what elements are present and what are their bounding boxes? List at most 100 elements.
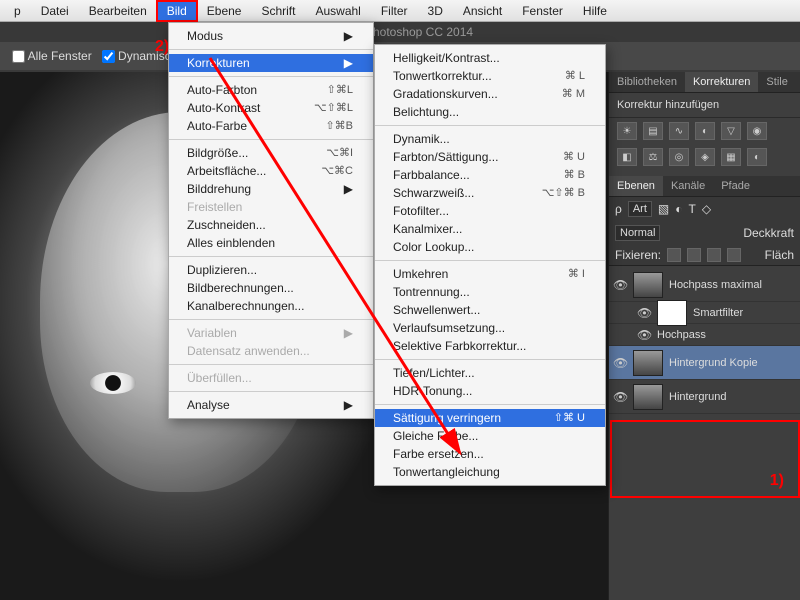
menu-item[interactable]: Farbe ersetzen...: [375, 445, 605, 463]
layer-name: Smartfilter: [693, 307, 743, 319]
menu-item[interactable]: Modus▶: [169, 27, 373, 45]
menu-item: Freistellen: [169, 198, 373, 216]
brightness-icon[interactable]: ☀: [617, 122, 637, 140]
menu-item[interactable]: Verlaufsumsetzung...: [375, 319, 605, 337]
visibility-icon[interactable]: 👁: [613, 390, 627, 404]
layer-row[interactable]: 👁 Hintergrund Kopie: [609, 346, 800, 380]
menu-item: Datensatz anwenden...: [169, 342, 373, 360]
menu-item[interactable]: Bildgröße...⌥⌘I: [169, 144, 373, 162]
menu-item[interactable]: Gleiche Farbe...: [375, 427, 605, 445]
layer-name: Hintergrund Kopie: [669, 357, 758, 369]
bw-icon[interactable]: ◧: [617, 148, 637, 166]
layer-thumbnail: [633, 272, 663, 298]
menu-item[interactable]: Farbton/Sättigung...⌘ U: [375, 148, 605, 166]
menu-item[interactable]: Belichtung...: [375, 103, 605, 121]
visibility-icon[interactable]: 👁: [637, 306, 651, 320]
photo-filter-icon[interactable]: ◎: [669, 148, 689, 166]
balance-icon[interactable]: ⚖: [643, 148, 663, 166]
menu-item[interactable]: Fotofilter...: [375, 202, 605, 220]
visibility-icon[interactable]: 👁: [613, 278, 627, 292]
panel-tab[interactable]: Pfade: [713, 176, 758, 196]
menu-filter[interactable]: Filter: [371, 1, 418, 21]
menu-item[interactable]: Analyse▶: [169, 396, 373, 414]
menu-auswahl[interactable]: Auswahl: [305, 1, 370, 21]
app-title: Adobe Photoshop CC 2014: [0, 22, 800, 42]
menu-item[interactable]: Duplizieren...: [169, 261, 373, 279]
filter-shape-icon[interactable]: ◇: [702, 202, 711, 216]
menu-item[interactable]: Zuschneiden...: [169, 216, 373, 234]
panel-tab[interactable]: Ebenen: [609, 176, 663, 196]
menu-item[interactable]: Kanalberechnungen...: [169, 297, 373, 315]
panel-tab[interactable]: Korrekturen: [685, 72, 758, 92]
filter-pixel-icon[interactable]: ▧: [658, 202, 669, 216]
menu-3d[interactable]: 3D: [418, 1, 453, 21]
menu-item[interactable]: Schwarzweiß...⌥⇧⌘ B: [375, 184, 605, 202]
lock-transparency-icon[interactable]: [667, 248, 681, 262]
menu-item[interactable]: Kanalmixer...: [375, 220, 605, 238]
vibrance-icon[interactable]: ▽: [721, 122, 741, 140]
menu-item[interactable]: Arbeitsfläche...⌥⌘C: [169, 162, 373, 180]
lock-position-icon[interactable]: [707, 248, 721, 262]
menu-item[interactable]: Umkehren⌘ I: [375, 265, 605, 283]
invert-icon[interactable]: ◐: [747, 148, 767, 166]
adjustment-icons-row-2: ◧ ⚖ ◎ ◈ ▦ ◐: [609, 144, 800, 170]
layer-row[interactable]: 👁Hintergrund: [609, 380, 800, 414]
blend-mode-select[interactable]: Normal: [615, 225, 660, 241]
visibility-icon[interactable]: 👁: [637, 328, 651, 342]
menu-item[interactable]: Auto-Farbe⇧⌘B: [169, 117, 373, 135]
layer-filter-kind[interactable]: Art: [628, 201, 652, 217]
menu-item[interactable]: Bildberechnungen...: [169, 279, 373, 297]
lock-all-icon[interactable]: [727, 248, 741, 262]
right-panel: BibliothekenKorrekturenStile Korrektur h…: [608, 72, 800, 600]
layer-row[interactable]: 👁 Hochpass: [609, 324, 800, 346]
menu-bild[interactable]: Bild: [157, 1, 197, 21]
menu-item[interactable]: Korrekturen▶: [169, 54, 373, 72]
lock-label: Fixieren:: [615, 248, 661, 262]
layer-name: Hochpass: [657, 329, 706, 341]
menu-item[interactable]: Dynamik...: [375, 130, 605, 148]
mixer-icon[interactable]: ◈: [695, 148, 715, 166]
menu-datei[interactable]: Datei: [31, 1, 79, 21]
menu-item[interactable]: Gradationskurven...⌘ M: [375, 85, 605, 103]
menu-p[interactable]: p: [4, 1, 31, 21]
menu-item[interactable]: Tonwertangleichung: [375, 463, 605, 481]
menu-item[interactable]: Alles einblenden: [169, 234, 373, 252]
visibility-icon[interactable]: 👁: [613, 356, 627, 370]
all-windows-checkbox[interactable]: Alle Fenster: [12, 49, 92, 63]
menu-item[interactable]: Tontrennung...: [375, 283, 605, 301]
menu-item[interactable]: Helligkeit/Kontrast...: [375, 49, 605, 67]
menu-item: Überfüllen...: [169, 369, 373, 387]
menu-item[interactable]: HDR-Tonung...: [375, 382, 605, 400]
lookup-icon[interactable]: ▦: [721, 148, 741, 166]
filter-adjust-icon[interactable]: ◐: [675, 202, 682, 216]
menubar: pDateiBearbeitenBildEbeneSchriftAuswahlF…: [0, 0, 800, 22]
exposure-icon[interactable]: ◐: [695, 122, 715, 140]
menu-item[interactable]: Auto-Kontrast⌥⇧⌘L: [169, 99, 373, 117]
menu-fenster[interactable]: Fenster: [512, 1, 573, 21]
panel-tab[interactable]: Bibliotheken: [609, 72, 685, 92]
hue-icon[interactable]: ◉: [747, 122, 767, 140]
menu-item[interactable]: Schwellenwert...: [375, 301, 605, 319]
layer-row[interactable]: 👁Hochpass maximal: [609, 268, 800, 302]
menu-schrift[interactable]: Schrift: [251, 1, 305, 21]
menu-ebene[interactable]: Ebene: [197, 1, 252, 21]
menu-item[interactable]: Tiefen/Lichter...: [375, 364, 605, 382]
menu-item[interactable]: Tonwertkorrektur...⌘ L: [375, 67, 605, 85]
panel-tab[interactable]: Kanäle: [663, 176, 713, 196]
filter-type-icon[interactable]: T: [688, 202, 695, 216]
menu-item[interactable]: Selektive Farbkorrektur...: [375, 337, 605, 355]
menu-hilfe[interactable]: Hilfe: [573, 1, 617, 21]
menu-item[interactable]: Auto-Farbton⇧⌘L: [169, 81, 373, 99]
panel-tab[interactable]: Stile: [758, 72, 795, 92]
levels-icon[interactable]: ▤: [643, 122, 663, 140]
menu-item[interactable]: Color Lookup...: [375, 238, 605, 256]
menu-ansicht[interactable]: Ansicht: [453, 1, 512, 21]
menu-item: Variablen▶: [169, 324, 373, 342]
curves-icon[interactable]: ∿: [669, 122, 689, 140]
menu-item[interactable]: Sättigung verringern⇧⌘ U: [375, 409, 605, 427]
menu-item[interactable]: Bilddrehung▶: [169, 180, 373, 198]
menu-bearbeiten[interactable]: Bearbeiten: [79, 1, 157, 21]
layer-row[interactable]: 👁 Smartfilter: [609, 302, 800, 324]
menu-item[interactable]: Farbbalance...⌘ B: [375, 166, 605, 184]
lock-pixels-icon[interactable]: [687, 248, 701, 262]
